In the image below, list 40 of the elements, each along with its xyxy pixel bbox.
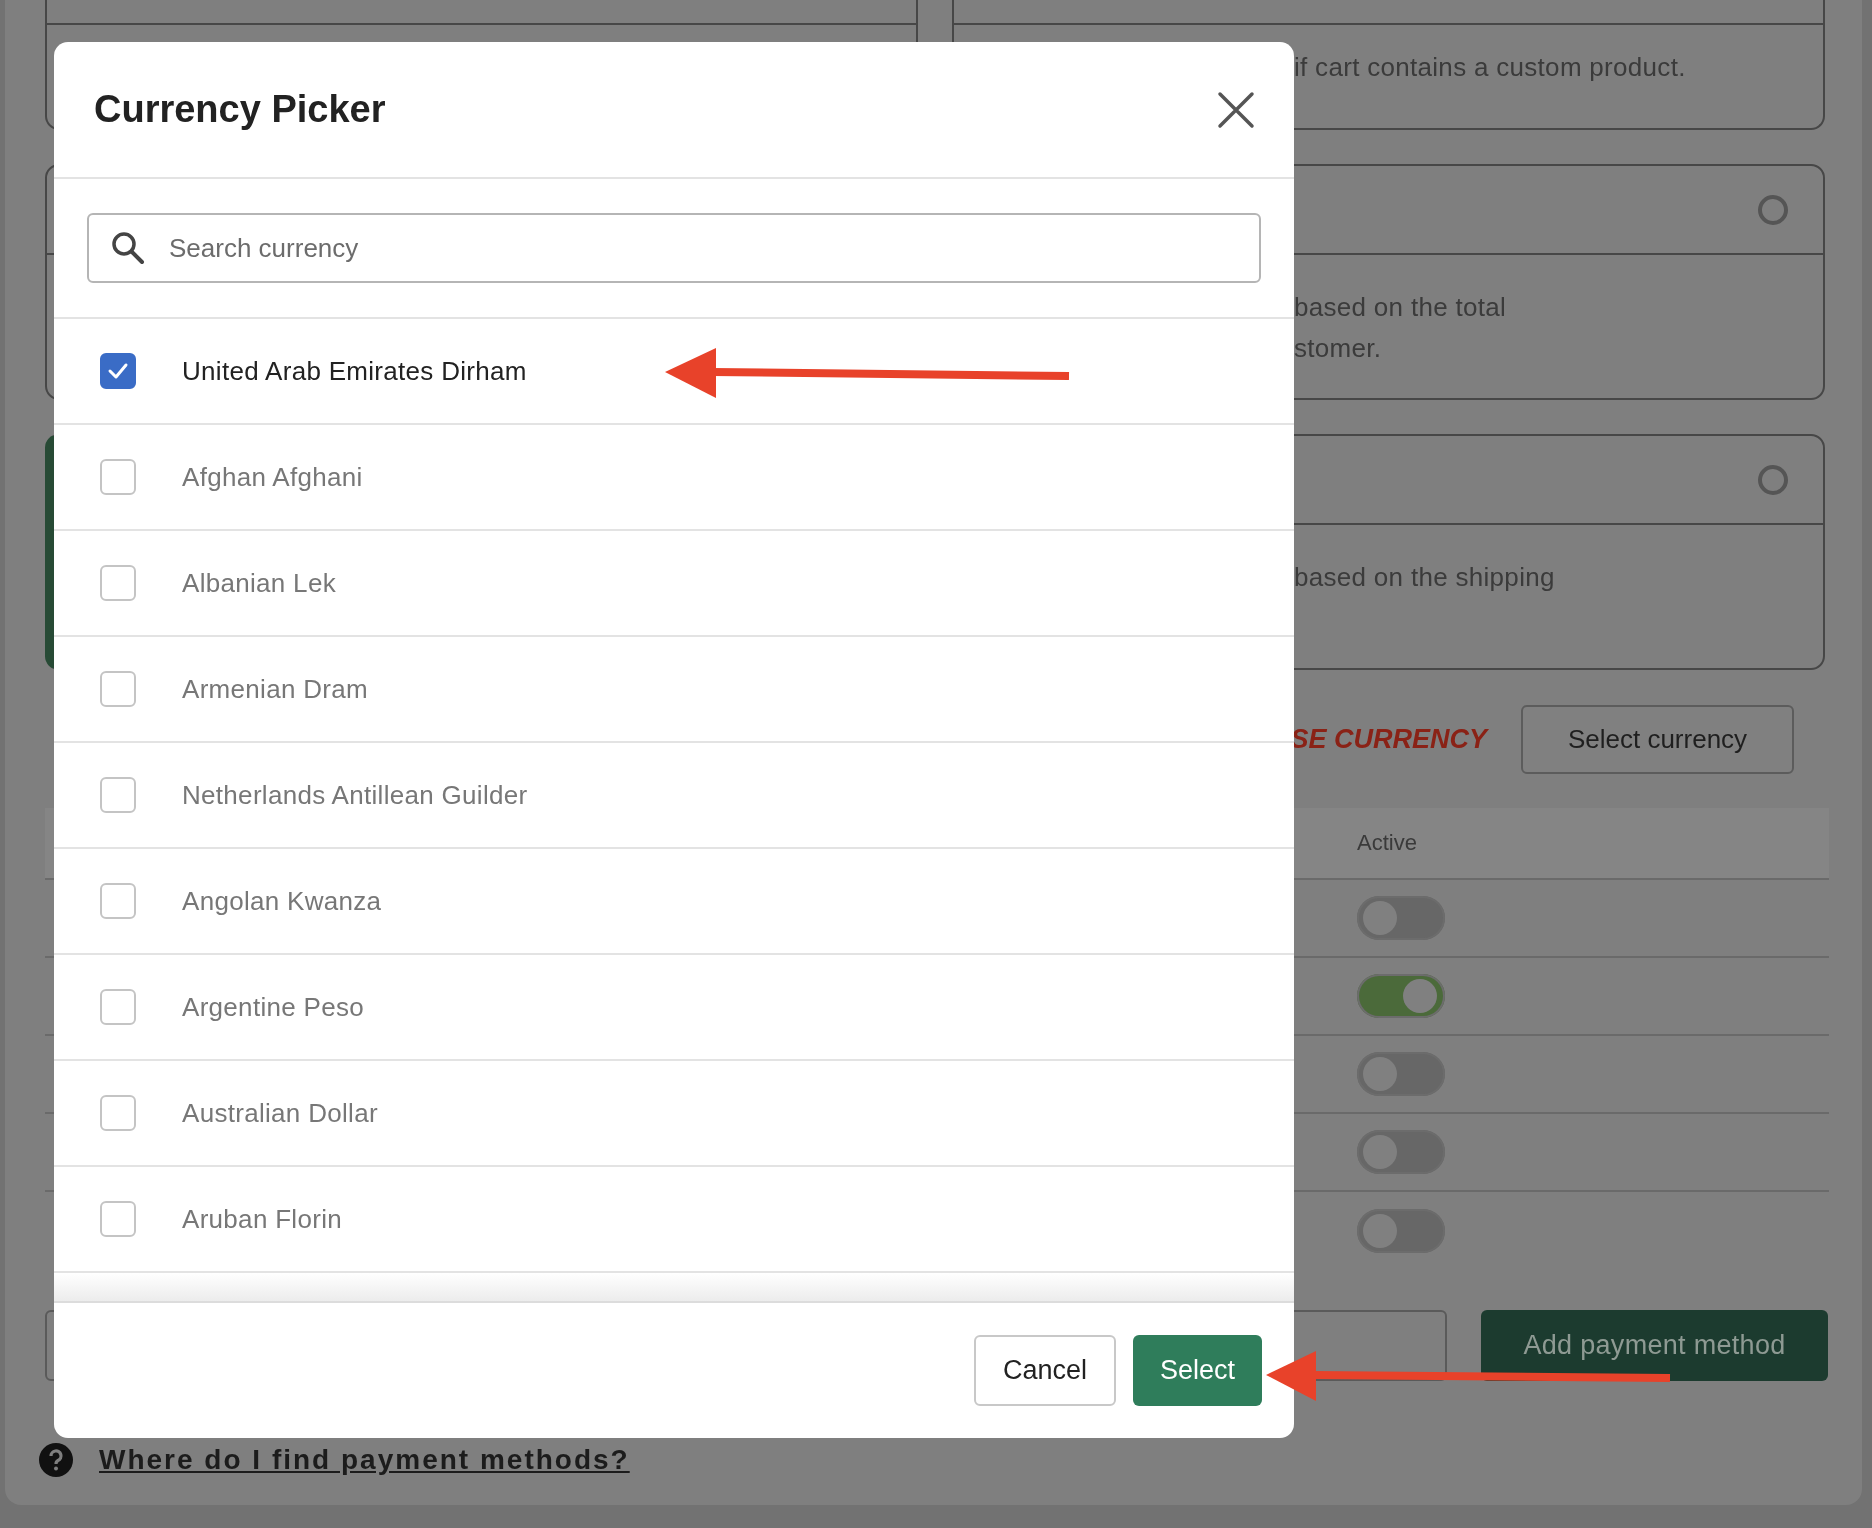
toggle-switch[interactable]: [1357, 974, 1445, 1018]
search-icon: [111, 231, 145, 265]
checkbox[interactable]: [100, 777, 136, 813]
card-description: if cart contains a custom product.: [1293, 51, 1687, 84]
toggle-switch[interactable]: [1357, 896, 1445, 940]
currency-option[interactable]: Aruban Florin: [182, 1203, 342, 1235]
toggle-switch[interactable]: [1357, 1209, 1445, 1253]
currency-option[interactable]: Afghan Afghani: [182, 461, 363, 493]
currency-option[interactable]: Argentine Peso: [182, 991, 364, 1023]
checkbox[interactable]: [100, 459, 136, 495]
dialog-title: Currency Picker: [94, 88, 386, 131]
checkbox[interactable]: [100, 1095, 136, 1131]
select-currency-button[interactable]: Select currency: [1521, 705, 1794, 774]
checkbox[interactable]: [100, 565, 136, 601]
search-field[interactable]: Search currency: [87, 213, 1261, 283]
currency-option[interactable]: Armenian Dram: [182, 673, 368, 705]
currency-option[interactable]: Albanian Lek: [182, 567, 336, 599]
close-icon[interactable]: [1216, 89, 1256, 130]
checkbox[interactable]: [100, 989, 136, 1025]
checkbox[interactable]: [100, 1201, 136, 1237]
cancel-button[interactable]: Cancel: [973, 1335, 1116, 1406]
help-icon: [39, 1443, 73, 1477]
help-link[interactable]: Where do I find payment methods?: [99, 1444, 630, 1476]
card-description: based on the shipping: [1293, 561, 1556, 594]
add-payment-method-button[interactable]: Add payment method: [1481, 1310, 1828, 1381]
currency-warning: SE CURRENCY: [1290, 724, 1487, 755]
card-description: based on the total stomer.: [1293, 291, 1508, 365]
checkbox[interactable]: [100, 883, 136, 919]
toggle-switch[interactable]: [1357, 1130, 1445, 1174]
currency-option[interactable]: Australian Dollar: [182, 1097, 378, 1129]
column-header: Active: [1357, 830, 1417, 856]
checkbox[interactable]: [100, 671, 136, 707]
checkbox[interactable]: [100, 353, 136, 389]
currency-option[interactable]: United Arab Emirates Dirham: [182, 355, 527, 387]
radio-button[interactable]: [1758, 194, 1788, 225]
radio-button[interactable]: [1758, 464, 1788, 495]
select-button[interactable]: Select: [1132, 1335, 1262, 1406]
currency-option[interactable]: Netherlands Antillean Guilder: [182, 779, 528, 811]
toggle-switch[interactable]: [1357, 1052, 1445, 1096]
currency-option[interactable]: Angolan Kwanza: [182, 885, 382, 917]
